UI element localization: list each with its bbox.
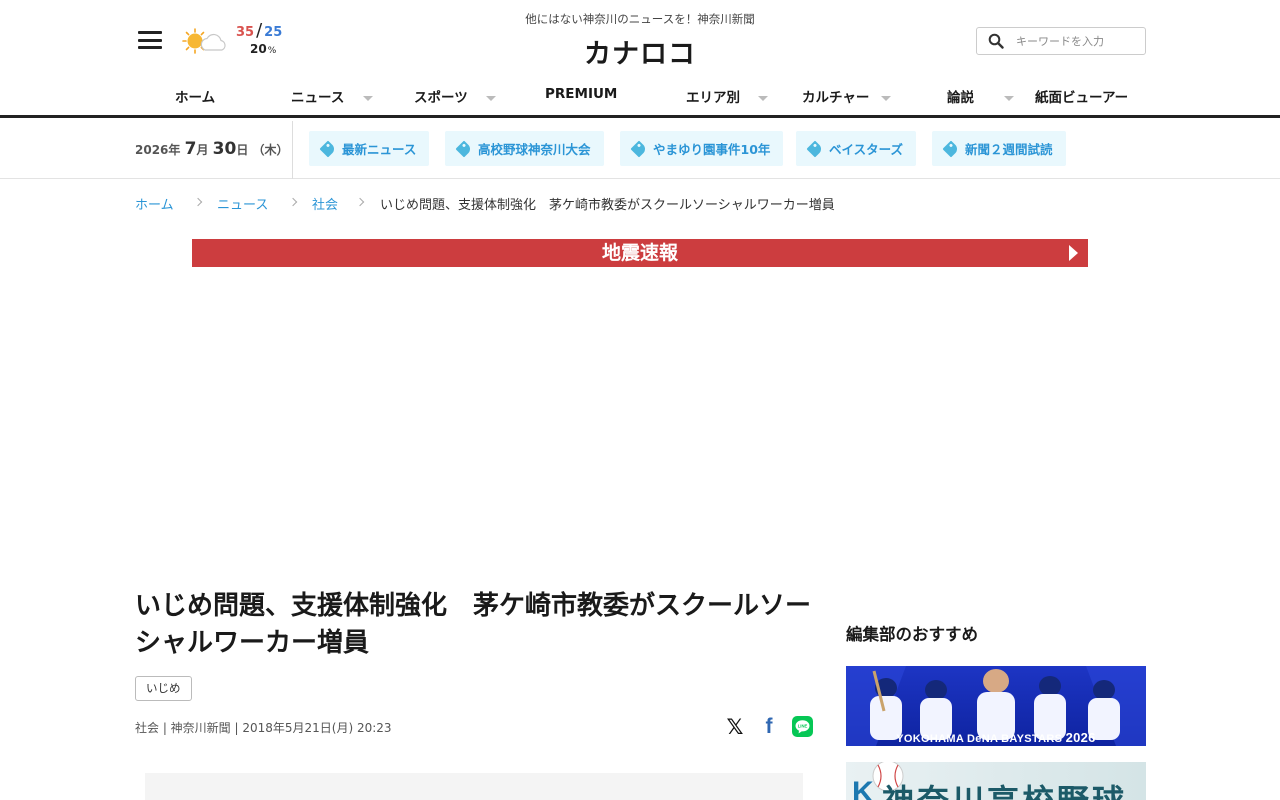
earthquake-alert-label: 地震速報: [601, 242, 678, 264]
date-month: 7: [184, 139, 197, 159]
nav-editorial[interactable]: 論説: [947, 86, 974, 106]
divider: [292, 121, 293, 179]
article-title: いじめ問題、支援体制強化 茅ケ崎市教委がスクールソーシャルワーカー増員: [135, 591, 812, 658]
topic-label: 新聞２週間試読: [965, 142, 1053, 157]
topic-latest-news[interactable]: 最新ニュース: [309, 131, 430, 166]
topic-label: 高校野球神奈川大会: [478, 142, 591, 157]
sidebar-title: 編集部のおすすめ: [846, 625, 978, 644]
search-icon[interactable]: [988, 33, 1004, 49]
play-arrow-icon: [1069, 245, 1078, 261]
nav-sports[interactable]: スポーツ: [414, 86, 468, 106]
share-facebook-icon[interactable]: f: [758, 715, 780, 738]
date-weekday: （木）: [252, 143, 289, 157]
topic-yamayuri[interactable]: やまゆり園事件10年: [620, 131, 784, 166]
topic-trial[interactable]: 新聞２週間試読: [932, 131, 1066, 166]
date-month-unit: 月: [196, 143, 209, 157]
baystars-banner[interactable]: YOKOHAMA DeNA BAYSTARS 2026: [846, 666, 1146, 746]
banner-title: 神奈川高校野球: [882, 776, 1127, 800]
date-day-unit: 日: [236, 143, 249, 157]
breadcrumb-news[interactable]: ニュース: [217, 194, 268, 213]
today-date: 2026年 7月 30日 （木）: [135, 139, 289, 159]
date-year-unit: 年: [168, 143, 181, 157]
site-tagline: 他にはない神奈川のニュースを！神奈川新聞: [525, 12, 755, 26]
topic-baystars[interactable]: ベイスターズ: [796, 131, 917, 166]
tag-icon: [630, 140, 648, 157]
chevron-down-icon[interactable]: [486, 96, 496, 101]
date-day: 30: [212, 139, 237, 159]
baystars-banner-text: YOKOHAMA DeNA BAYSTARS: [896, 733, 1063, 745]
article-tag[interactable]: いじめ: [135, 676, 192, 701]
chevron-right-icon: [193, 197, 203, 207]
earthquake-alert-banner[interactable]: 地震速報: [192, 239, 1088, 267]
chevron-down-icon[interactable]: [1004, 96, 1014, 101]
nav-premium[interactable]: PREMIUM: [545, 86, 617, 102]
breadcrumb-society[interactable]: 社会: [312, 194, 338, 213]
nav-news[interactable]: ニュース: [291, 86, 344, 106]
tag-icon: [455, 140, 473, 157]
topic-high-school-baseball[interactable]: 高校野球神奈川大会: [445, 131, 604, 166]
chevron-down-icon[interactable]: [881, 96, 891, 101]
chevron-down-icon[interactable]: [363, 96, 373, 101]
date-year: 2026: [135, 143, 169, 157]
chevron-right-icon: [288, 197, 298, 207]
topic-label: やまゆり園事件10年: [653, 142, 771, 157]
sub-bar: 2026年 7月 30日 （木） 最新ニュース 高校野球神奈川大会 やまゆり園事…: [0, 121, 1280, 179]
share-line-icon[interactable]: LINE: [792, 716, 813, 737]
article-photo: [145, 773, 803, 800]
nav-culture[interactable]: カルチャー: [802, 86, 869, 106]
nav-area[interactable]: エリア別: [686, 86, 740, 106]
search-input[interactable]: [1016, 34, 1136, 48]
chevron-right-icon: [355, 197, 365, 207]
breadcrumb-home[interactable]: ホーム: [135, 194, 174, 213]
tag-icon: [319, 140, 337, 157]
tag-icon: [806, 140, 824, 157]
topic-label: 最新ニュース: [342, 142, 417, 157]
nav-home[interactable]: ホーム: [175, 86, 215, 106]
chevron-down-icon[interactable]: [758, 96, 768, 101]
topic-label: ベイスターズ: [829, 142, 904, 157]
baystars-banner-year: 2026: [1065, 730, 1096, 745]
site-header: 35/25 20% 他にはない神奈川のニュースを！神奈川新聞 カナロコ ホーム …: [0, 0, 1280, 118]
search-box[interactable]: [976, 27, 1146, 55]
nav-viewer[interactable]: 紙面ビューアー: [1035, 86, 1128, 106]
line-logo-text: LINE: [798, 723, 808, 728]
line-logo-icon: LINE: [795, 720, 810, 734]
high-school-baseball-banner[interactable]: K 神奈川高校野球: [846, 762, 1146, 800]
article-meta: 社会 | 神奈川新聞 | 2018年5月21日(月) 20:23: [135, 721, 392, 735]
share-x-icon[interactable]: 𝕏: [724, 715, 746, 739]
breadcrumb-current: いじめ問題、支援体制強化 茅ケ崎市教委がスクールソーシャルワーカー増員: [380, 198, 835, 213]
baystars-banner-caption: YOKOHAMA DeNA BAYSTARS 2026: [846, 730, 1146, 745]
tag-icon: [942, 140, 960, 157]
global-nav: ホーム ニュース スポーツ PREMIUM エリア別 カルチャー 論説 紙面ビュ…: [0, 86, 1280, 112]
